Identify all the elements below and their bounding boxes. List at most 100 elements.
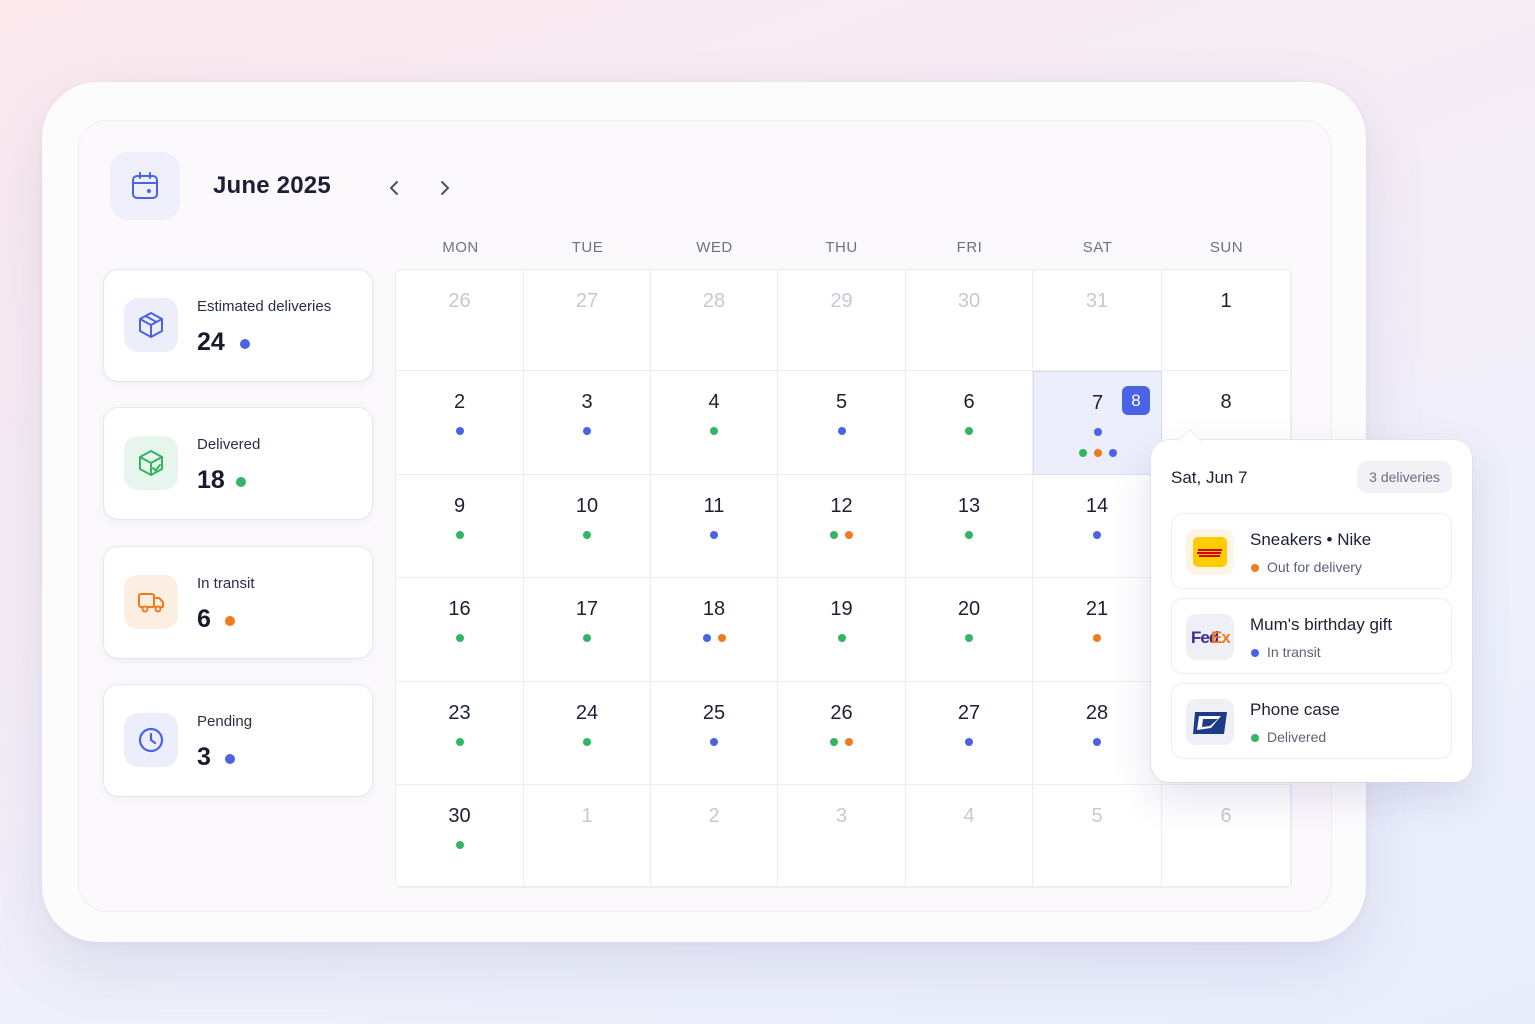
delivery-dots bbox=[524, 634, 650, 642]
calendar-day[interactable]: 25 bbox=[651, 682, 778, 785]
delivery-dots bbox=[778, 634, 905, 642]
delivery-dots bbox=[906, 738, 1032, 746]
stat-card-in-transit[interactable]: In transit 6 bbox=[104, 547, 372, 658]
blue-status-dot bbox=[1093, 531, 1101, 539]
calendar-day[interactable]: 24 bbox=[524, 682, 651, 785]
stat-value: 6 bbox=[197, 605, 211, 633]
delivery-title: Phone case bbox=[1250, 700, 1340, 719]
stat-card-pending[interactable]: Pending 3 bbox=[104, 685, 372, 796]
calendar-day[interactable]: 28 bbox=[1033, 682, 1162, 785]
weekday-sat: SAT bbox=[1082, 239, 1113, 256]
calendar-day[interactable]: 1 bbox=[524, 785, 651, 887]
calendar-day[interactable]: 1 bbox=[1162, 270, 1291, 371]
calendar-day[interactable]: 23 bbox=[396, 682, 524, 785]
green-status-dot bbox=[583, 738, 591, 746]
day-number: 29 bbox=[830, 290, 853, 312]
delivery-dots bbox=[651, 427, 777, 435]
calendar-day[interactable]: 21 bbox=[1033, 578, 1162, 682]
delivery-dots bbox=[524, 738, 650, 746]
calendar-day[interactable]: 27 bbox=[906, 682, 1033, 785]
deliveries-count-badge: 3 deliveries bbox=[1357, 461, 1452, 493]
calendar-day[interactable]: 17 bbox=[524, 578, 651, 682]
blue-status-dot bbox=[455, 427, 464, 435]
delivery-dots bbox=[1033, 531, 1161, 539]
calendar-day[interactable]: 4 bbox=[906, 785, 1033, 887]
status-dot bbox=[1251, 564, 1259, 572]
green-status-dot bbox=[455, 634, 464, 642]
stat-label: Estimated deliveries bbox=[197, 298, 332, 315]
blue-status-dot bbox=[702, 634, 711, 642]
day-number: 26 bbox=[448, 290, 471, 312]
calendar-day[interactable]: 19 bbox=[778, 578, 906, 682]
calendar-day[interactable]: 30 bbox=[396, 785, 524, 887]
calendar-day[interactable]: 5 bbox=[778, 371, 906, 475]
calendar-day[interactable]: 26 bbox=[396, 270, 524, 371]
status-dot bbox=[1251, 649, 1259, 657]
box-check-icon bbox=[124, 436, 178, 490]
usps-logo-icon bbox=[1186, 699, 1234, 745]
calendar-day[interactable]: 2 bbox=[651, 785, 778, 887]
calendar-day[interactable]: 6 bbox=[1162, 785, 1291, 887]
delivery-dots bbox=[396, 738, 523, 746]
green-status-dot bbox=[965, 427, 973, 435]
calendar-day[interactable]: 27 bbox=[524, 270, 651, 371]
day-number: 27 bbox=[957, 702, 981, 724]
day-number: 2 bbox=[453, 391, 466, 413]
calendar-icon bbox=[110, 152, 180, 220]
delivery-item[interactable]: Sneakers • Nike Out for delivery bbox=[1171, 513, 1452, 589]
day-number: 26 bbox=[830, 702, 853, 724]
delivery-dots bbox=[778, 738, 905, 746]
calendar-day[interactable]: 16 bbox=[396, 578, 524, 682]
day-number: 19 bbox=[830, 598, 853, 620]
day-number: 18 bbox=[702, 598, 726, 620]
calendar-day[interactable]: 29 bbox=[778, 270, 906, 371]
status-dot bbox=[1251, 734, 1259, 742]
calendar-day[interactable]: 12 bbox=[778, 475, 906, 578]
day-number: 12 bbox=[830, 495, 853, 517]
green-status-dot bbox=[455, 531, 464, 539]
green-status-dot bbox=[1078, 449, 1087, 457]
day-number: 23 bbox=[448, 702, 471, 724]
stat-card-estimated[interactable]: Estimated deliveries 24 bbox=[104, 270, 372, 381]
orange-status-dot bbox=[845, 531, 853, 539]
calendar-day[interactable]: 3 bbox=[778, 785, 906, 887]
orange-status-dot bbox=[1093, 634, 1101, 642]
calendar-day-selected[interactable]: 78 bbox=[1033, 371, 1162, 475]
delivery-item[interactable]: Phone case Delivered bbox=[1171, 683, 1452, 759]
calendar-day[interactable]: 9 bbox=[396, 475, 524, 578]
calendar-day[interactable]: 30 bbox=[906, 270, 1033, 371]
day-number: 3 bbox=[835, 805, 848, 827]
stat-value: 18 bbox=[197, 466, 225, 494]
calendar-day[interactable]: 20 bbox=[906, 578, 1033, 682]
calendar-day[interactable]: 14 bbox=[1033, 475, 1162, 578]
calendar-day[interactable]: 4 bbox=[651, 371, 778, 475]
day-number: 21 bbox=[1085, 598, 1109, 620]
day-number: 20 bbox=[957, 598, 981, 620]
calendar-day[interactable]: 5 bbox=[1033, 785, 1162, 887]
calendar-day[interactable]: 6 bbox=[906, 371, 1033, 475]
blue-status-dot bbox=[710, 738, 718, 746]
day-number: 8 bbox=[1220, 391, 1232, 413]
orange-status-dot bbox=[845, 738, 853, 746]
calendar-day[interactable]: 18 bbox=[651, 578, 778, 682]
day-number: 30 bbox=[448, 805, 471, 827]
calendar-day[interactable]: 26 bbox=[778, 682, 906, 785]
delivery-title: Mum's birthday gift bbox=[1250, 615, 1393, 634]
day-number: 25 bbox=[702, 702, 726, 724]
delivery-status: Out for delivery bbox=[1267, 559, 1362, 575]
calendar-day[interactable]: 3 bbox=[524, 371, 651, 475]
next-month-button[interactable] bbox=[432, 175, 458, 201]
delivery-item[interactable]: Fed Ex Mum's birthday gift In transit bbox=[1171, 598, 1452, 674]
calendar-day[interactable]: 13 bbox=[906, 475, 1033, 578]
calendar-day[interactable]: 31 bbox=[1033, 270, 1162, 371]
popover-date-title: Sat, Jun 7 bbox=[1171, 468, 1248, 487]
delivery-dots bbox=[906, 531, 1032, 539]
stat-card-delivered[interactable]: Delivered 18 bbox=[104, 408, 372, 519]
orange-status-dot bbox=[1093, 449, 1102, 457]
truck-icon bbox=[124, 575, 178, 629]
prev-month-button[interactable] bbox=[381, 175, 407, 201]
calendar-day[interactable]: 2 bbox=[396, 371, 524, 475]
calendar-day[interactable]: 28 bbox=[651, 270, 778, 371]
calendar-day[interactable]: 11 bbox=[651, 475, 778, 578]
calendar-day[interactable]: 10 bbox=[524, 475, 651, 578]
